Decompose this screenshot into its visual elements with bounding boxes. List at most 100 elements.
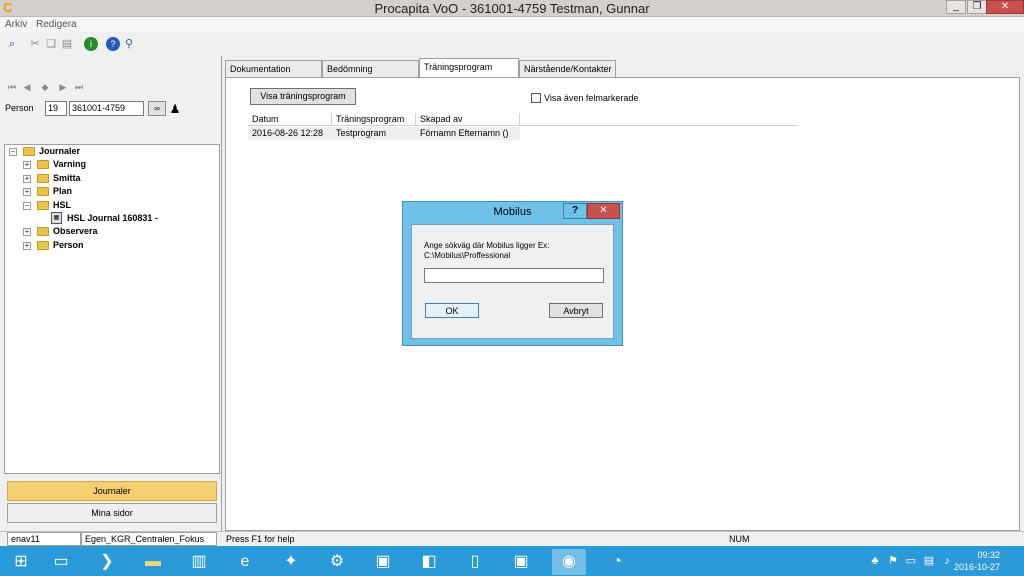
column-header-skapad-av[interactable]: Skapad av — [416, 113, 520, 126]
menu-arkiv[interactable]: Arkiv — [5, 18, 27, 31]
taskbar-internet-explorer[interactable]: e — [228, 549, 262, 575]
internet-explorer-icon: e — [240, 553, 250, 570]
expand-icon[interactable]: + — [23, 188, 31, 196]
tray-speaker-icon[interactable]: ♪ — [940, 554, 954, 568]
show-flagged-label: Visa även felmarkerade — [544, 93, 639, 103]
clock-time: 09:32 — [977, 550, 1000, 560]
left-panel: ⏮ ◀ ◆ ▶ ⏭ Person 19 361001-4759 ∞ ♟ − Jo… — [0, 56, 222, 546]
tray-monitor-icon[interactable]: ▭ — [904, 554, 918, 568]
collapse-icon[interactable]: − — [23, 202, 31, 210]
person-prefix-field[interactable]: 19 — [45, 101, 67, 116]
help-icon[interactable]: ? — [106, 37, 120, 51]
expand-icon[interactable]: + — [23, 175, 31, 183]
taskbar-tools[interactable]: ✦ — [274, 549, 308, 575]
show-training-program-button[interactable]: Visa träningsprogram — [250, 88, 356, 105]
main-toolbar: ⌕ ✂ ❏ ▤ i ? ⚲ — [0, 33, 1024, 55]
folder-icon — [37, 241, 49, 250]
status-unit: Egen_KGR_Centralen_Fokus — [81, 532, 217, 546]
tab-dokumentation[interactable]: Dokumentation — [225, 60, 322, 78]
folder-icon — [37, 160, 49, 169]
cut-icon[interactable]: ✂ — [28, 37, 42, 51]
taskbar-settings[interactable]: ⚙ — [320, 549, 354, 575]
table-row-cell-datum[interactable]: 2016-08-26 12:28 — [248, 127, 332, 140]
taskbar-procapita[interactable]: ◉ — [552, 549, 586, 575]
person-label: Person — [5, 103, 34, 113]
mobilus-path-input[interactable] — [424, 268, 604, 283]
dialog-prompt-line2: C:\Mobilus\Proffessional — [424, 251, 511, 260]
title-bar: C Procapita VoO - 361001-4759 Testman, G… — [0, 0, 1024, 17]
expand-icon[interactable]: + — [23, 161, 31, 169]
restore-button[interactable]: ❐ — [967, 0, 987, 14]
nav-journaler-button[interactable]: Journaler — [7, 481, 217, 501]
current-record-icon[interactable]: ◆ — [38, 80, 52, 94]
first-record-icon[interactable]: ⏮ — [5, 80, 19, 94]
tab-strip: Dokumentation Bedömning Träningsprogram … — [225, 58, 1020, 79]
window-title: Procapita VoO - 361001-4759 Testman, Gun… — [374, 1, 650, 16]
glasses-icon: ∞ — [154, 104, 160, 113]
taskbar: ⊞ ▭ ❯ ▬ ▥ e ✦ ⚙ ▣ ◧ ▯ ▣ ◉ ◔ ♣ ⚑ ▭ ▤ ♪ 09… — [0, 546, 1024, 576]
status-bar: enav11 Egen_KGR_Centralen_Fokus Press F1… — [0, 531, 1024, 546]
taskbar-app-11[interactable]: ▣ — [504, 549, 538, 575]
person-id-field[interactable]: 361001-4759 — [69, 101, 144, 116]
binoculars-icon[interactable]: ⌕ — [5, 37, 19, 51]
status-help-text: Press F1 for help — [226, 534, 295, 544]
paste-icon[interactable]: ▤ — [60, 37, 74, 51]
dialog-prompt-line1: Ange sökväg där Mobilus ligger Ex: — [424, 241, 550, 250]
taskbar-server-manager[interactable]: ▭ — [44, 549, 78, 575]
previous-record-icon[interactable]: ◀ — [20, 80, 34, 94]
person-search-button[interactable]: ∞ — [148, 101, 166, 116]
journal-document-icon: ▦ — [51, 212, 62, 224]
taskbar-clock-app[interactable]: ◔ — [600, 549, 634, 575]
content-panel: Dokumentation Bedömning Träningsprogram … — [223, 56, 1024, 531]
table-row-cell-traningsprogram[interactable]: Testprogram — [332, 127, 416, 140]
expand-icon[interactable]: + — [23, 242, 31, 250]
system-clock[interactable]: 09:32 2016-10-27 — [954, 549, 1000, 573]
tray-display-icon[interactable]: ▤ — [922, 554, 936, 568]
collapse-icon[interactable]: − — [9, 148, 17, 156]
taskbar-app-8[interactable]: ▣ — [366, 549, 400, 575]
taskbar-app-10[interactable]: ▯ — [458, 549, 492, 575]
cube-icon: ◧ — [421, 553, 437, 570]
tab-traningsprogram[interactable]: Träningsprogram — [419, 58, 519, 79]
context-help-icon[interactable]: ⚲ — [122, 37, 136, 51]
close-button[interactable]: ✕ — [986, 0, 1024, 14]
start-button[interactable]: ⊞ — [4, 549, 38, 575]
window-icon: ▣ — [513, 553, 529, 570]
taskbar-app-4[interactable]: ▥ — [182, 549, 216, 575]
column-header-traningsprogram[interactable]: Träningsprogram — [332, 113, 416, 126]
dialog-body: Ange sökväg där Mobilus ligger Ex: C:\Mo… — [411, 224, 614, 339]
dialog-cancel-button[interactable]: Avbryt — [549, 303, 603, 318]
tray-network-icon[interactable]: ♣ — [868, 554, 882, 568]
column-header-empty — [520, 113, 798, 126]
dialog-close-button[interactable]: ✕ — [587, 203, 620, 219]
folder-icon — [37, 174, 49, 183]
menu-bar: Arkiv Redigera — [0, 17, 1024, 32]
taskbar-powershell[interactable]: ❯ — [90, 549, 124, 575]
tab-bedomning[interactable]: Bedömning — [322, 60, 419, 78]
tab-narstaende-kontakter[interactable]: Närstående/Kontakter — [519, 60, 616, 78]
info-icon[interactable]: i — [84, 37, 98, 51]
windows-logo-icon: ⊞ — [14, 553, 28, 570]
taskbar-app-9[interactable]: ◧ — [412, 549, 446, 575]
server-icon: ▭ — [53, 553, 69, 570]
nav-mina-sidor-button[interactable]: Mina sidor — [7, 503, 217, 523]
compass-icon: ◉ — [562, 553, 576, 570]
dialog-ok-button[interactable]: OK — [425, 303, 479, 318]
copy-icon[interactable]: ❏ — [44, 37, 58, 51]
expand-icon[interactable]: + — [23, 228, 31, 236]
powershell-icon: ❯ — [100, 553, 114, 570]
minimize-button[interactable]: _ — [946, 0, 966, 14]
column-header-datum[interactable]: Datum — [248, 113, 332, 126]
menu-redigera[interactable]: Redigera — [36, 18, 77, 31]
show-flagged-checkbox[interactable] — [531, 93, 541, 103]
table-row-cell-skapad-av[interactable]: Förnamn Efternamn () — [416, 127, 520, 140]
gear-icon: ⚙ — [329, 553, 345, 570]
tools-icon: ✦ — [284, 553, 298, 570]
last-record-icon[interactable]: ⏭ — [72, 80, 86, 94]
folder-icon — [37, 187, 49, 196]
taskbar-explorer[interactable]: ▬ — [136, 549, 170, 575]
tray-flag-icon[interactable]: ⚑ — [886, 554, 900, 568]
window-icon: ▣ — [375, 553, 391, 570]
dialog-help-button[interactable]: ? — [563, 203, 587, 219]
next-record-icon[interactable]: ▶ — [56, 80, 70, 94]
